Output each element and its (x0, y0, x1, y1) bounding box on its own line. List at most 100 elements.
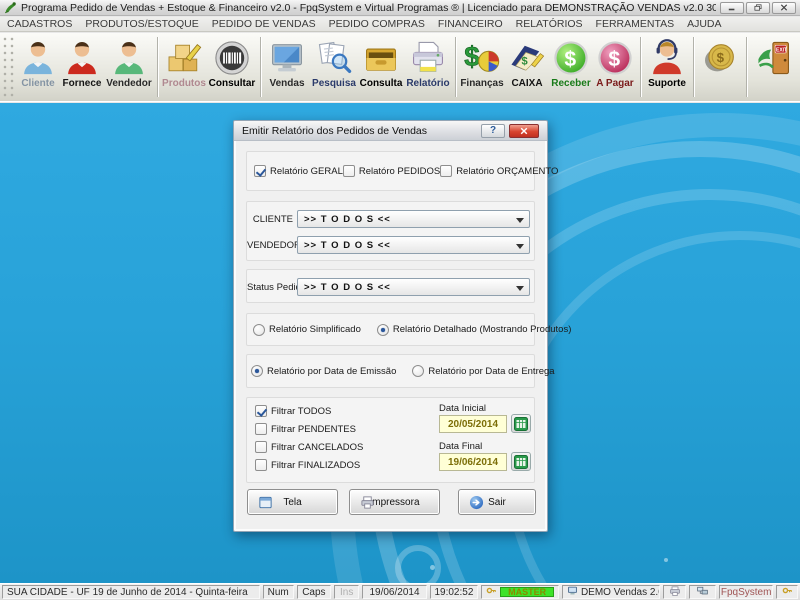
pay-icon: $ (595, 38, 635, 78)
data-final-input[interactable]: 19/06/2014 (439, 453, 507, 471)
toolbar-button-produtos[interactable]: Produtos (161, 33, 207, 101)
status-time: 19:02:52 (430, 585, 479, 599)
toolbar-button-fornece[interactable]: Fornece (60, 33, 104, 101)
svg-text:$: $ (717, 50, 725, 65)
toolbar-button-pesquisa[interactable]: Pesquisa (310, 33, 358, 101)
menu-item-cadastros[interactable]: CADASTROS (7, 18, 72, 30)
cliente-vendedor-group: CLIENTE >> T O D O S << VENDEDOR >> T O … (246, 201, 535, 261)
checkbox-box (255, 441, 267, 453)
exit-door-icon: EXIT (754, 38, 794, 78)
status-pedido-dropdown[interactable]: >> T O D O S << (297, 278, 530, 296)
status-brand: FpqSystem (719, 585, 773, 599)
close-button[interactable] (772, 2, 796, 14)
checkbox-box (255, 459, 267, 471)
radio-relatorio-simplificado[interactable]: Relatório Simplificado (253, 324, 361, 336)
menu-item-produtos-estoque[interactable]: PRODUTOS/ESTOQUE (85, 18, 198, 30)
data-final-label: Data Final (439, 441, 482, 452)
report-dialog: Emitir Relatório dos Pedidos de Vendas ?… (233, 120, 548, 532)
checkbox-filtrar-finalizados[interactable]: Filtrar FINALIZADOS (255, 459, 363, 471)
status-bar: SUA CIDADE - UF 19 de Junho de 2014 - Qu… (0, 583, 800, 600)
data-inicial-calendar-button[interactable] (511, 414, 531, 433)
status-user-badge: MASTER (481, 585, 559, 599)
dialog-title: Emitir Relatório dos Pedidos de Vendas (242, 125, 481, 137)
toolbar-button-consultar[interactable]: Consultar (207, 33, 257, 101)
dialog-close-button[interactable] (509, 124, 539, 138)
toolbar-button-sair-app[interactable]: EXIT (750, 33, 798, 101)
checkbox-box (343, 165, 355, 177)
arrow-right-icon (469, 495, 484, 510)
app-icon (4, 1, 17, 14)
toolbar-button-vendedor[interactable]: Vendedor (104, 33, 154, 101)
cashbook-icon: $ (507, 38, 547, 78)
window-titlebar: Programa Pedido de Vendas + Estoque & Fi… (0, 0, 800, 16)
svg-text:$: $ (464, 41, 480, 72)
toolbar-button-cliente[interactable]: Cliente (16, 33, 60, 101)
radio-data-entrega[interactable]: Relatório por Data de Entrega (412, 365, 554, 377)
menu-item-pedido-compras[interactable]: PEDIDO COMPRAS (329, 18, 425, 30)
chevron-down-icon (516, 244, 524, 249)
menu-item-financeiro[interactable]: FINANCEIRO (438, 18, 503, 30)
checkbox-filtrar-pendentes[interactable]: Filtrar PENDENTES (255, 423, 363, 435)
menu-item-ferramentas[interactable]: FERRAMENTAS (596, 18, 675, 30)
radio-circle (253, 324, 265, 336)
radio-relatorio-detalhado[interactable]: Relatório Detalhado (Mostrando Produtos) (377, 324, 571, 336)
vendedor-dropdown[interactable]: >> T O D O S << (297, 236, 530, 254)
data-inicial-label: Data Inicial (439, 403, 486, 414)
client-icon (18, 38, 58, 78)
products-icon (164, 38, 204, 78)
impressora-button[interactable]: Impressora (349, 489, 440, 515)
radio-circle (377, 324, 389, 336)
toolbar-separator (157, 37, 158, 97)
status-printer (663, 585, 687, 599)
barcode-icon (212, 38, 252, 78)
radio-data-emissao[interactable]: Relatório por Data de Emissão (251, 365, 396, 377)
window-icon (258, 495, 273, 510)
checkbox-filtrar-todos[interactable]: Filtrar TODOS (255, 405, 363, 417)
window-title: Programa Pedido de Vendas + Estoque & Fi… (21, 2, 716, 14)
search-docs-icon (314, 38, 354, 78)
printer-icon (669, 585, 681, 599)
toolbar-button-moeda[interactable]: $ (697, 33, 743, 101)
toolbar-button-apagar[interactable]: $ A Pagar (593, 33, 637, 101)
menu-item-ajuda[interactable]: AJUDA (687, 18, 721, 30)
tela-button[interactable]: Tela (247, 489, 338, 515)
toolbar-button-receber[interactable]: $ Receber (549, 33, 593, 101)
supplier-icon (62, 38, 102, 78)
chevron-down-icon (516, 286, 524, 291)
toolbar: Cliente Fornece Vendedor Produtos Consul… (0, 33, 800, 102)
menu-item-relatorios[interactable]: RELATÓRIOS (516, 18, 583, 30)
toolbar-button-relatorio[interactable]: Relatório (404, 33, 452, 101)
toolbar-button-financas[interactable]: $ Finanças (459, 33, 505, 101)
folder-icon (361, 38, 401, 78)
dialog-help-button[interactable]: ? (481, 124, 505, 138)
toolbar-button-suporte[interactable]: Suporte (644, 33, 690, 101)
checkbox-filtrar-cancelados[interactable]: Filtrar CANCELADOS (255, 441, 363, 453)
minimize-button[interactable] (720, 2, 744, 14)
svg-text:EXIT: EXIT (776, 47, 787, 53)
checkbox-relatorio-orcamento[interactable]: Relatório ORÇAMENTO (440, 165, 558, 177)
svg-text:$: $ (521, 56, 528, 68)
toolbar-button-caixa[interactable]: $ CAIXA (505, 33, 549, 101)
toolbar-separator (746, 37, 747, 97)
toolbar-grip (2, 36, 16, 98)
status-app: DEMO Vendas 2.0 (562, 585, 660, 599)
cliente-dropdown[interactable]: >> T O D O S << (297, 210, 530, 228)
menu-bar: CADASTROS PRODUTOS/ESTOQUE PEDIDO DE VEN… (0, 17, 800, 32)
checkbox-relatorio-geral[interactable]: Relatório GERAL (254, 165, 343, 177)
status-caps: Caps (297, 585, 331, 599)
data-inicial-input[interactable]: 20/05/2014 (439, 415, 507, 433)
checkbox-box (255, 405, 267, 417)
menu-item-pedido-de-vendas[interactable]: PEDIDO DE VENDAS (212, 18, 316, 30)
seller-icon (109, 38, 149, 78)
sair-button[interactable]: Sair (458, 489, 536, 515)
checkbox-relatorio-pedidos[interactable]: Relatóro PEDIDOS (343, 165, 440, 177)
svg-text:$: $ (608, 48, 620, 71)
restore-button[interactable] (746, 2, 770, 14)
data-final-calendar-button[interactable] (511, 452, 531, 471)
date-mode-group: Relatório por Data de Emissão Relatório … (246, 354, 535, 388)
network-icon (696, 585, 709, 599)
report-type-group: Relatório GERAL Relatóro PEDIDOS Relatór… (246, 151, 535, 191)
toolbar-button-vendas[interactable]: Vendas (264, 33, 310, 101)
coin-icon: $ (700, 38, 740, 78)
toolbar-button-consulta[interactable]: Consulta (358, 33, 404, 101)
